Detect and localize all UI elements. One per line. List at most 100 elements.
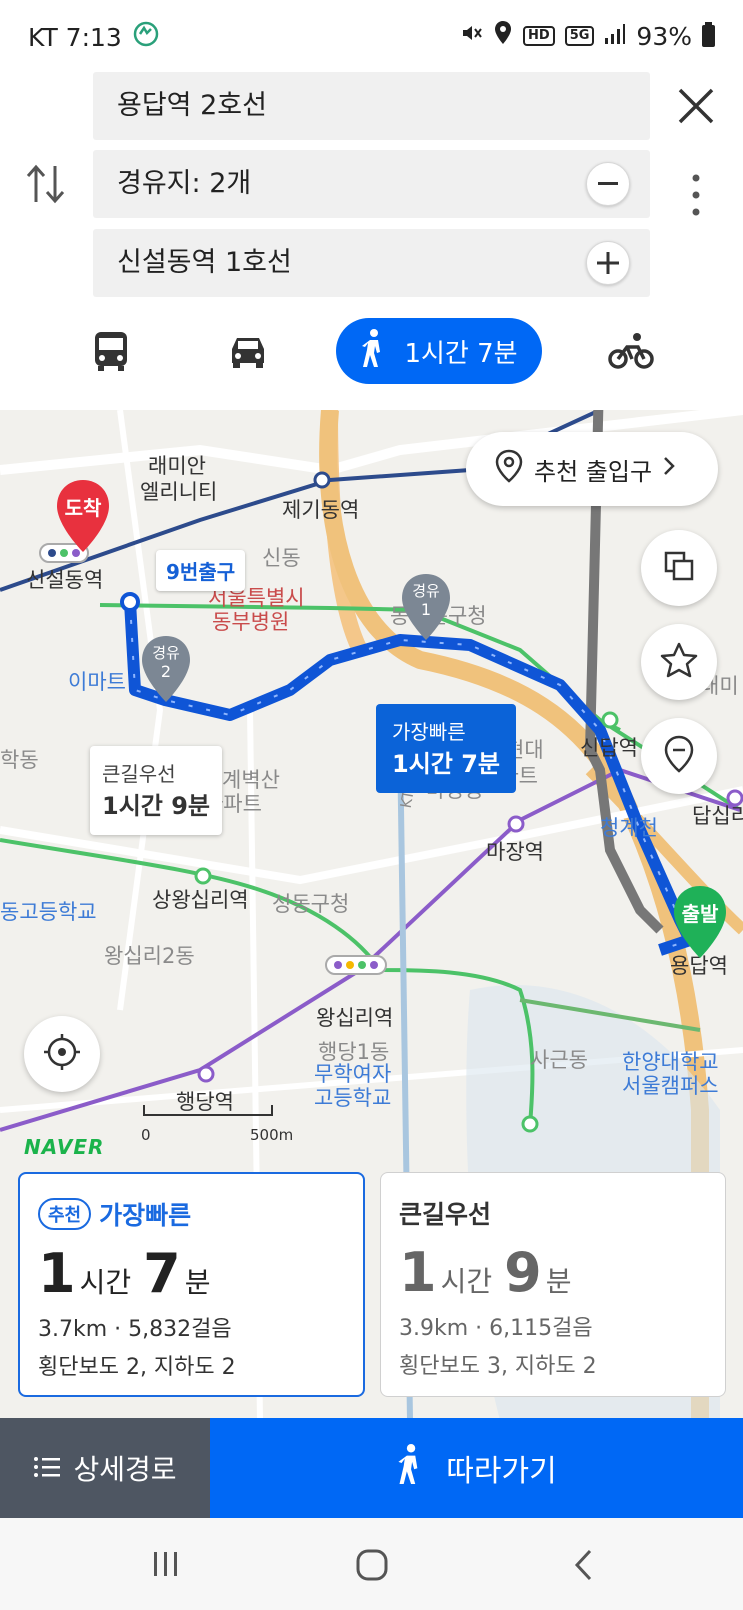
destination-marker-label: 도착 [64,496,102,520]
map-label-cheonggye: 청계천 [600,816,658,840]
transport-modes: 1시간 7분 [0,318,743,386]
origin-field[interactable]: 용답역 2호선 [93,72,650,140]
bigroad-tip-time: 1시간 9분 [102,792,210,820]
map-label-jegidong: 제기동역 [282,498,360,522]
my-location-button[interactable] [24,1016,100,1092]
waypoint-1-marker[interactable]: 경유 1 [398,572,454,642]
location-icon [493,20,513,52]
route-distance: 3.7km · 5,832걸음 [38,1317,232,1342]
map-label-hospital2: 동부병원 [212,610,290,634]
map-label-muhak2: 고등학교 [314,1086,392,1110]
fastest-tip-time: 1시간 7분 [392,750,500,778]
destination-marker[interactable]: 도착 [55,478,111,554]
walk-icon [396,1443,424,1493]
fastest-tip-label: 가장빠른 [392,720,466,744]
back-icon[interactable] [572,1548,594,1586]
recent-apps-icon[interactable] [150,1548,182,1584]
more-icon[interactable] [686,170,706,220]
layers-icon [662,549,696,587]
route-duration: 1 시간 9 분 [399,1241,572,1304]
route-duration: 1 시간 7 분 [38,1242,211,1305]
map-label-sindong: 신동 [262,546,301,570]
waypoint-2-number: 2 [160,662,172,681]
waypoint-2-label: 경유 [152,644,180,662]
plus-icon[interactable] [586,241,630,285]
recommended-entrance-button[interactable]: 추천 출입구 [466,432,718,506]
route-distance: 3.9km · 6,115걸음 [399,1316,593,1341]
star-icon [660,642,698,682]
follow-button[interactable]: 따라가기 [210,1418,743,1518]
layers-button[interactable] [641,530,717,606]
crosshair-icon [42,1032,82,1076]
pin-minus-icon [663,735,695,777]
detail-route-button[interactable]: 상세경로 [0,1418,210,1518]
walk-time: 1시간 7분 [404,338,518,369]
home-icon[interactable] [355,1548,389,1586]
waypoint-1-label: 경유 [412,582,440,600]
list-icon [33,1452,61,1485]
map-label-emart: 이마트 [68,670,126,694]
waypoint-2-marker[interactable]: 경유 2 [138,634,194,704]
minus-icon[interactable] [586,162,630,206]
destination-field[interactable]: 신설동역 1호선 [93,229,650,297]
exit-tag[interactable]: 9번출구 [156,550,246,591]
map-label-school1: 동고등학교 [0,900,97,924]
naver-logo: NAVER [24,1135,105,1159]
map-label-haengdang: 행당역 [176,1090,234,1114]
route-crossings: 횡단보도 3, 지하도 2 [399,1354,597,1379]
carrier-time: KT 7:13 [28,22,122,52]
status-bar: KT 7:13 HD 5G 93% [0,0,743,70]
close-icon[interactable] [672,82,720,130]
follow-label: 따라가기 [446,1454,557,1489]
walk-icon [360,328,386,375]
recommended-badge: 추천 [38,1198,92,1230]
scale-zero: 0 [141,1126,151,1144]
route-name: 가장빠른 [99,1201,192,1230]
chevron-right-icon [662,455,676,483]
sync-icon [132,20,160,54]
favorite-button[interactable] [641,624,717,700]
map-label-wangsimni2: 왕십리2동 [104,944,195,968]
location-pin-button[interactable] [641,718,717,794]
map-label-hanyang2: 서울캠퍼스 [622,1074,719,1098]
signal-icon [604,22,626,51]
map-label-hakdong: 학동 [0,748,39,772]
pin-icon [494,449,524,489]
5g-badge: 5G [564,26,595,46]
start-marker-label: 출발 [681,902,719,926]
route-card-bigroad[interactable]: 큰길우선 1 시간 9 분 3.9km · 6,115걸음 횡단보도 3, 지하… [380,1172,726,1397]
destination-label: 신설동역 1호선 [117,247,292,278]
waypoint-1-number: 1 [420,600,432,619]
waypoints-label: 경유지: 2개 [117,168,252,199]
map-label-seongdong: 성동구청 [272,892,350,916]
map-label-sangwang: 상왕십리역 [152,888,249,912]
map-label-elnity: 엘리니티 [140,480,218,504]
bicycle-icon[interactable] [606,326,656,376]
battery-icon [702,22,715,47]
waypoints-field[interactable]: 경유지: 2개 [93,150,650,218]
map-label-dapsimni: 답십리 [692,804,743,828]
bigroad-tip-label: 큰길우선 [102,762,176,786]
mute-icon [459,21,483,51]
map-label-sinseoldong: 신설동역 [26,568,104,592]
map-label-sageun: 사근동 [530,1048,588,1072]
start-marker[interactable]: 출발 [672,884,728,960]
bus-icon[interactable] [86,326,136,376]
fastest-route-tip[interactable]: 가장빠른 1시간 7분 [376,704,516,793]
bigroad-route-tip[interactable]: 큰길우선 1시간 9분 [90,746,222,835]
detail-route-label: 상세경로 [73,1453,177,1486]
route-name: 큰길우선 [399,1200,492,1229]
hd-badge: HD [523,26,555,46]
map-label-wangsimni: 왕십리역 [316,1006,394,1030]
map-label-majang: 마장역 [486,840,544,864]
route-crossings: 횡단보도 2, 지하도 2 [38,1355,236,1380]
recommended-entrance-label: 추천 출입구 [534,457,653,486]
battery-percent: 93% [636,21,692,51]
route-card-fastest[interactable]: 추천 가장빠른 1 시간 7 분 3.7km · 5,832걸음 횡단보도 2,… [18,1172,365,1397]
car-icon[interactable] [223,326,273,376]
system-nav-bar [0,1518,743,1610]
walk-mode-button[interactable]: 1시간 7분 [336,318,542,384]
map-label-sindap: 신답역 [580,736,638,760]
scale-label: 500m [250,1126,294,1144]
swap-icon[interactable] [25,160,67,208]
